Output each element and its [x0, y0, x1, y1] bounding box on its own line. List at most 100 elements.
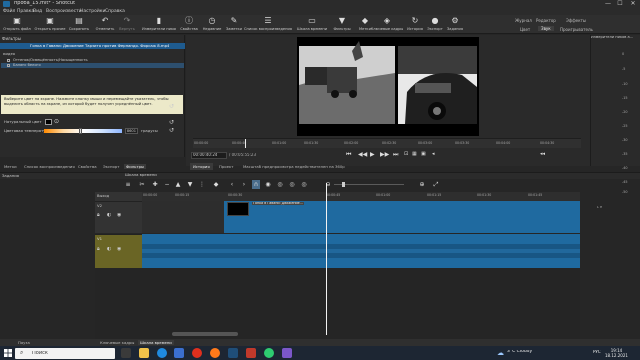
lift-icon[interactable]: ▲ [174, 180, 182, 189]
taskbar-search[interactable]: ⌕ [15, 348, 115, 359]
language-indicator[interactable]: РУС [593, 350, 601, 354]
lock-icon[interactable]: 🔒︎ [97, 247, 100, 252]
scrub-icon[interactable]: ◉ [264, 180, 272, 189]
firefox-icon[interactable] [210, 348, 220, 358]
prev-marker-icon[interactable]: ‹ [228, 180, 236, 189]
overwrite-icon[interactable]: ▼ [186, 180, 194, 189]
color-swatch[interactable] [45, 119, 52, 125]
menu-help[interactable]: Справка [105, 9, 125, 14]
tab-keyframes[interactable]: Ключевые кадры [100, 340, 134, 345]
track-header-v1[interactable]: V1 🔒︎ ◐ ◉ [95, 234, 142, 268]
zoom-fit-icon[interactable]: ⤢ [432, 180, 440, 189]
checkbox-icon[interactable] [7, 58, 10, 62]
store-icon[interactable] [174, 348, 184, 358]
slider-handle[interactable] [79, 128, 83, 134]
tab-project[interactable]: Проект [216, 163, 236, 170]
minimize-button[interactable]: — [602, 0, 614, 8]
timeline-button[interactable]: ▭ Шкала времени [295, 16, 329, 34]
playlist-button[interactable]: ☰ Список воспроизведения [244, 16, 292, 34]
checkbox-icon[interactable] [7, 64, 10, 67]
shotcut-taskbar-icon[interactable] [228, 348, 238, 358]
split-icon[interactable]: ⋮ [198, 180, 206, 189]
weather-text[interactable]: 3°C Cloudy [507, 350, 532, 355]
player-playhead[interactable] [245, 139, 246, 148]
menu-settings[interactable]: Настройки [80, 9, 105, 14]
remove-icon[interactable]: − [163, 180, 171, 189]
composite-icon[interactable]: ◐ [107, 213, 111, 218]
tab-markers[interactable]: Метки [4, 164, 17, 169]
tab-history[interactable]: История [190, 163, 213, 170]
layout-player[interactable]: Проигрыватель [560, 27, 593, 32]
tab-properties[interactable]: Свойства [78, 164, 97, 169]
ripple-all-icon[interactable]: ◎ [288, 180, 296, 189]
maximize-button[interactable]: ☐ [614, 0, 626, 8]
ripple-icon[interactable]: ◎ [276, 180, 284, 189]
menu-icon[interactable]: ≡ [124, 180, 132, 189]
timeline-scrollbar[interactable] [172, 332, 238, 336]
track-v1[interactable] [142, 234, 580, 268]
current-timecode[interactable]: 00:00:40:24 [193, 153, 217, 157]
skip-start-icon[interactable]: ⏮ [346, 151, 351, 158]
layout-effects[interactable]: Эффекты [566, 18, 586, 23]
tab-timeline[interactable]: Шкала времени [138, 340, 174, 345]
menu-play[interactable]: Воспроизвести [46, 9, 82, 14]
track-header-v2[interactable]: V2 🔒︎ ◐ ◉ [95, 201, 142, 233]
opera-icon[interactable] [192, 348, 202, 358]
weather-icon[interactable]: ☁ [497, 349, 504, 357]
reset-icon[interactable]: ↺ [169, 127, 174, 134]
app-icon[interactable] [246, 348, 256, 358]
clip-v2[interactable] [224, 201, 580, 233]
eye-icon[interactable]: ◉ [117, 213, 121, 218]
menu-file[interactable]: Файл [3, 9, 15, 14]
layout-log[interactable]: Журнал [515, 18, 532, 23]
snap-icon[interactable]: ∩ [252, 180, 260, 189]
reset-icon[interactable]: ↺ [169, 103, 174, 110]
volume-icon[interactable]: ◂ [432, 151, 435, 158]
zoom-icon[interactable]: ▣ [421, 151, 426, 158]
cut-icon[interactable]: ✂ [138, 180, 146, 189]
close-button[interactable]: ✕ [627, 0, 639, 8]
layout-editor[interactable]: Редактор [536, 18, 556, 23]
temperature-input[interactable]: 8601 [125, 127, 138, 134]
redo-button[interactable]: ↷ Вернуть [110, 16, 144, 34]
marker-icon[interactable]: ◆ [212, 180, 220, 189]
app-icon[interactable] [264, 348, 274, 358]
tab-export[interactable]: Экспорт [103, 164, 119, 169]
peak-meter-button[interactable]: ▮ Измерители пиков [142, 16, 176, 34]
grid-icon[interactable]: ▦ [412, 151, 417, 158]
play-icon[interactable]: ▶ [370, 151, 375, 158]
jobs-button[interactable]: ⚙ Задания [438, 16, 472, 34]
open-file-button[interactable]: ▣ Открыть файл [0, 16, 34, 34]
reset-icon[interactable]: ↺ [169, 119, 174, 126]
volume-icon[interactable]: ◂◂ [540, 151, 545, 158]
zoom-in-icon[interactable]: ⊕ [418, 180, 426, 189]
menu-edit[interactable]: Правка [17, 9, 34, 14]
filter-item-hsl[interactable]: Оттенок/Освещённость/Насыщенность [1, 58, 184, 63]
timeline-playhead[interactable] [326, 183, 327, 335]
timeline-ruler[interactable] [142, 192, 580, 201]
layout-color[interactable]: Цвет [520, 27, 530, 32]
filter-item-white-balance[interactable]: Баланс белого [1, 63, 184, 68]
add-icon[interactable]: ✚ [151, 180, 159, 189]
menu-view[interactable]: Вид [33, 9, 42, 14]
lock-icon[interactable]: 🔒︎ [97, 213, 100, 218]
tab-playlist[interactable]: Список воспроизведения [24, 164, 75, 169]
tab-filters[interactable]: Фильтры [124, 164, 147, 169]
video-preview[interactable] [297, 37, 479, 136]
layout-audio[interactable]: Звук [538, 26, 554, 31]
temperature-slider[interactable] [44, 128, 122, 134]
fast-forward-icon[interactable]: ▶▶ [380, 151, 389, 158]
edge-icon[interactable] [157, 348, 167, 358]
task-view-icon[interactable] [121, 348, 131, 358]
next-marker-icon[interactable]: › [240, 180, 248, 189]
slider-handle[interactable] [342, 182, 345, 187]
ripple-markers-icon[interactable]: ◎ [300, 180, 308, 189]
eye-icon[interactable]: ◉ [117, 247, 121, 252]
app-icon[interactable] [282, 348, 292, 358]
windows-start-icon[interactable] [4, 349, 12, 357]
rewind-icon[interactable]: ◀◀ [358, 151, 367, 158]
composite-icon[interactable]: ◐ [107, 247, 111, 252]
explorer-icon[interactable] [139, 348, 149, 358]
eyedropper-icon[interactable]: ⊙ [54, 119, 61, 125]
clock[interactable]: 19:14 18.12.2021 [605, 348, 628, 358]
